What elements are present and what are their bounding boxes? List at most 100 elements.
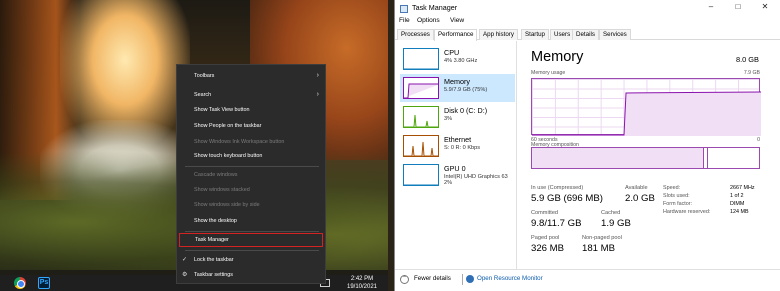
cpu-mini-graph — [403, 48, 439, 70]
title-bar[interactable]: Task Manager – □ ✕ — [395, 0, 780, 18]
task-manager-footer: ⌃ Fewer details Open Resource Monitor — [395, 269, 780, 291]
menu-options[interactable]: Options — [417, 17, 440, 24]
committed-label: Committed — [531, 210, 559, 216]
resource-value: Intel(R) UHD Graphics 63 2% — [444, 174, 508, 187]
chevron-right-icon: › — [316, 72, 319, 79]
maximize-icon[interactable]: □ — [728, 2, 748, 14]
tab-startup[interactable]: Startup — [521, 29, 549, 40]
menu-item-toolbars[interactable]: Toolbars › — [177, 69, 325, 83]
resource-ethernet[interactable]: Ethernet S: 0 R: 0 Kbps — [400, 132, 515, 160]
gpu-usage: 2% — [444, 180, 453, 187]
tab-processes[interactable]: Processes — [397, 29, 434, 40]
speed-key: Speed: — [663, 185, 681, 191]
menu-item-label: Toolbars — [194, 73, 215, 79]
tab-performance[interactable]: Performance — [434, 29, 478, 41]
checkmark-icon: ✓ — [182, 257, 188, 263]
slots-key: Slots used: — [663, 193, 690, 199]
ethernet-mini-graph-line — [404, 141, 438, 156]
resource-name: Memory — [444, 77, 470, 86]
tab-details[interactable]: Details — [572, 29, 599, 40]
close-icon[interactable]: ✕ — [755, 2, 775, 14]
minimize-icon[interactable]: – — [701, 2, 721, 14]
resource-name: Ethernet — [444, 135, 472, 144]
memory-composition-bar — [531, 147, 760, 169]
menu-item-label: Taskbar settings — [194, 272, 233, 278]
usage-max: 7.9 GB — [743, 70, 760, 76]
open-resource-monitor-link[interactable]: Open Resource Monitor — [477, 275, 543, 282]
footer-divider — [462, 274, 463, 285]
paged-pool-value: 326 MB — [531, 243, 565, 254]
menu-item-show-task-view[interactable]: Show Task View button — [177, 103, 325, 117]
zero-label: 0 — [757, 137, 760, 143]
taskbar-context-menu: Toolbars › Search › Show Task View butto… — [176, 64, 326, 284]
form-factor-key: Form factor: — [663, 201, 693, 207]
tab-users[interactable]: Users — [550, 29, 575, 40]
photoshop-icon[interactable]: Ps — [38, 277, 50, 289]
tab-services[interactable]: Services — [599, 29, 631, 40]
ethernet-mini-graph — [403, 135, 439, 157]
resource-cpu[interactable]: CPU 4% 3.80 GHz — [400, 45, 515, 73]
cached-label: Cached — [601, 210, 621, 216]
chevron-up-icon[interactable]: ⌃ — [400, 275, 409, 284]
composition-in-use — [532, 148, 704, 168]
disk-mini-graph-line — [404, 114, 438, 127]
menu-separator — [185, 231, 319, 232]
taskbar-clock[interactable]: 2:42 PM 19/10/2021 — [342, 275, 382, 291]
resource-gpu[interactable]: GPU 0 Intel(R) UHD Graphics 63 2% — [400, 161, 515, 189]
menu-item-lock-taskbar[interactable]: ✓ Lock the taskbar — [177, 253, 325, 267]
menu-file[interactable]: File — [399, 17, 410, 24]
memory-usage-line — [532, 91, 761, 136]
composition-modified — [704, 148, 708, 168]
gpu-model: Intel(R) UHD Graphics 63 — [444, 174, 508, 180]
resource-value: 4% 3.80 GHz — [444, 58, 478, 64]
resource-value: 5.9/7.9 GB (75%) — [444, 87, 488, 93]
menu-item-task-manager[interactable]: Task Manager — [179, 233, 323, 247]
speed-value: 2667 MHz — [730, 185, 755, 191]
available-value: 2.0 GB — [625, 193, 655, 204]
gpu-mini-graph — [403, 164, 439, 186]
menu-separator — [185, 166, 319, 167]
resource-name: GPU 0 — [444, 164, 466, 173]
resource-value: 3% — [444, 116, 453, 122]
task-manager-window: Task Manager – □ ✕ File Options View Pro… — [394, 0, 780, 291]
memory-mini-graph — [403, 77, 439, 99]
task-manager-app-icon — [400, 5, 408, 13]
memory-mini-graph-line — [404, 83, 438, 98]
gear-icon: ⚙ — [182, 272, 188, 278]
resource-list: CPU 4% 3.80 GHz Memory 5.9/7.9 GB (75%) … — [395, 41, 517, 269]
menu-item-cascade-windows: Cascade windows — [194, 172, 238, 178]
menu-item-show-touch-keyboard[interactable]: Show touch keyboard button — [177, 149, 325, 163]
menu-item-show-ink-workspace: Show Windows Ink Workspace button — [194, 139, 285, 145]
menu-item-show-desktop[interactable]: Show the desktop — [177, 214, 325, 228]
paged-pool-label: Paged pool — [531, 235, 560, 241]
detail-title: Memory — [531, 49, 584, 65]
resource-disk[interactable]: Disk 0 (C: D:) 3% — [400, 103, 515, 131]
available-label: Available — [625, 185, 648, 191]
chrome-icon[interactable] — [14, 277, 26, 289]
clock-time: 2:42 PM — [350, 276, 374, 282]
hw-reserved-key: Hardware reserved: — [663, 209, 711, 215]
committed-value: 9.8/11.7 GB — [531, 218, 582, 229]
nonpaged-pool-value: 181 MB — [582, 243, 616, 254]
form-factor-value: DIMM — [730, 201, 745, 207]
usage-label: Memory usage — [531, 70, 566, 76]
in-use-value: 5.9 GB (696 MB) — [531, 193, 603, 204]
tab-bar: Processes Performance App history Startu… — [395, 28, 780, 41]
cached-value: 1.9 GB — [601, 218, 631, 229]
tab-app-history[interactable]: App history — [479, 29, 518, 40]
menu-view[interactable]: View — [450, 17, 464, 24]
menu-item-taskbar-settings[interactable]: ⚙ Taskbar settings — [177, 268, 325, 282]
hw-reserved-value: 124 MB — [730, 209, 749, 215]
disk-mini-graph — [403, 106, 439, 128]
resource-memory[interactable]: Memory 5.9/7.9 GB (75%) — [400, 74, 515, 102]
menu-item-show-people[interactable]: Show People on the taskbar — [177, 119, 325, 133]
resource-monitor-icon[interactable] — [466, 275, 474, 283]
fewer-details-link[interactable]: Fewer details — [414, 275, 451, 282]
menu-item-label: Lock the taskbar — [194, 257, 234, 263]
menu-item-windows-stacked: Show windows stacked — [194, 187, 250, 193]
in-use-label: In use (Compressed) — [531, 185, 584, 191]
slots-value: 1 of 2 — [730, 193, 744, 199]
menu-separator — [185, 250, 319, 251]
gpu-mini-graph-line — [404, 184, 438, 185]
menu-item-search[interactable]: Search › — [177, 88, 325, 102]
